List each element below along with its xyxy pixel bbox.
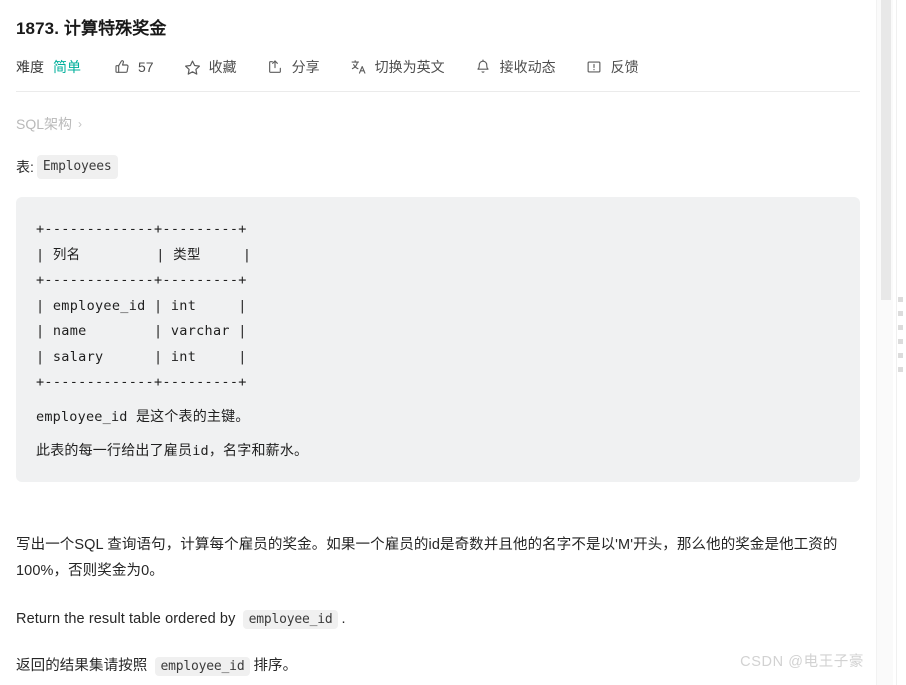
chinese-prefix: 返回的结果集请按照 <box>16 657 148 674</box>
favorite-label: 收藏 <box>208 59 237 75</box>
translate-button[interactable]: 切换为英文 <box>350 57 445 77</box>
table-prefix-label: 表: <box>16 159 34 175</box>
share-button[interactable]: 分享 <box>267 57 320 77</box>
breadcrumb[interactable]: SQL架构 › <box>16 114 860 134</box>
row-meaning-code: id <box>192 442 209 459</box>
schema-code-block: +-------------+---------+ | 列名 | 类型 | +-… <box>16 197 860 482</box>
chinese-suffix: 排序。 <box>253 657 298 674</box>
outer-scrollbar-thumb[interactable] <box>898 297 904 372</box>
scrollbar-dot <box>898 325 903 330</box>
scrollbar-dot <box>898 353 903 358</box>
subscribe-label: 接收动态 <box>499 59 556 75</box>
feedback-icon <box>586 59 603 76</box>
scrollbar-dot <box>898 297 903 302</box>
feedback-button[interactable]: 反馈 <box>586 57 639 77</box>
feedback-label: 反馈 <box>610 59 639 75</box>
chevron-right-icon: › <box>78 117 83 131</box>
difficulty-label: 难度 <box>16 59 44 75</box>
schema-note-primary-key: employee_id 是这个表的主键。 <box>36 404 840 430</box>
difficulty-badge: 简单 <box>53 59 81 75</box>
description-main-paragraph: 写出一个SQL 查询语句，计算每个雇员的奖金。如果一个雇员的id是奇数并且他的名… <box>16 536 838 579</box>
scrollbar-dot <box>898 339 903 344</box>
thumbs-up-icon <box>113 59 130 76</box>
favorite-button[interactable]: 收藏 <box>184 57 237 77</box>
page-title: 1873. 计算特殊奖金 <box>16 19 167 38</box>
problem-description-panel: 1873. 计算特殊奖金 难度 简单 57 收藏 分享 切换为英文 接收动态 反… <box>0 0 876 685</box>
scrollbar-dot <box>898 367 903 372</box>
subscribe-button[interactable]: 接收动态 <box>475 57 556 77</box>
like-count: 57 <box>138 59 154 75</box>
primary-key-code: employee_id <box>36 408 128 425</box>
header-divider <box>16 91 860 92</box>
row-meaning-suffix: ，名字和薪水。 <box>208 441 309 458</box>
scrollbar-dot <box>898 311 903 316</box>
vertical-scrollbar-thumb[interactable] <box>881 0 891 300</box>
row-meaning-prefix: 此表的每一行给出了雇员 <box>36 441 193 458</box>
schema-ascii-table: +-------------+---------+ | 列名 | 类型 | +-… <box>36 221 252 390</box>
content-wrapper: 1873. 计算特殊奖金 难度 简单 57 收藏 分享 切换为英文 接收动态 反… <box>0 0 876 685</box>
breadcrumb-label: SQL架构 <box>16 116 73 132</box>
primary-key-text: 是这个表的主键。 <box>135 407 250 424</box>
english-suffix: . <box>341 610 346 627</box>
description-english-line: Return the result table ordered by emplo… <box>16 606 860 633</box>
like-button[interactable]: 57 <box>113 59 154 76</box>
translate-label: 切换为英文 <box>374 59 445 75</box>
chinese-order-code: employee_id <box>154 656 251 676</box>
description-chinese-line: 返回的结果集请按照 employee_id 排序。 <box>16 653 860 680</box>
english-order-code: employee_id <box>242 609 339 629</box>
english-prefix: Return the result table ordered by <box>16 610 236 627</box>
bell-icon <box>475 59 492 76</box>
watermark: CSDN @电王子豪 <box>740 654 864 670</box>
table-name-code: Employees <box>36 155 118 179</box>
meta-toolbar: 难度 简单 57 收藏 分享 切换为英文 接收动态 反馈 <box>16 55 860 79</box>
schema-note-row-meaning: 此表的每一行给出了雇员id，名字和薪水。 <box>36 438 840 464</box>
share-icon <box>267 59 284 76</box>
translate-icon <box>350 59 367 76</box>
difficulty-group: 难度 简单 <box>16 57 81 77</box>
table-name-line: 表: Employees <box>16 155 860 179</box>
star-icon <box>184 59 201 76</box>
share-label: 分享 <box>291 59 320 75</box>
